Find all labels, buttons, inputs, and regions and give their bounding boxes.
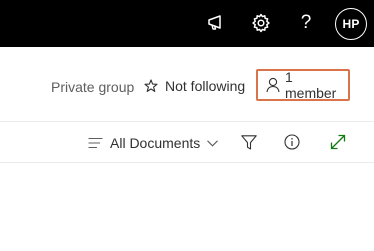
divider [0, 162, 374, 163]
view-label: All Documents [110, 135, 201, 151]
members-label: 1 member [285, 69, 337, 101]
chevron-down-icon [207, 139, 219, 147]
help-glyph: ? [300, 12, 312, 33]
view-selector[interactable]: All Documents [88, 134, 219, 152]
filter-icon[interactable] [240, 133, 258, 151]
star-icon [144, 79, 158, 92]
follow-button[interactable]: Not following [144, 76, 245, 96]
avatar[interactable]: HP [335, 8, 367, 40]
privacy-label: Private group [51, 79, 135, 95]
command-bar: All Documents [0, 122, 374, 162]
members-button[interactable]: 1 member [256, 69, 350, 101]
person-icon [266, 77, 280, 93]
info-icon[interactable] [283, 133, 301, 151]
help-icon[interactable]: ? [294, 11, 318, 35]
follow-label: Not following [165, 78, 246, 94]
expand-icon[interactable] [329, 133, 347, 151]
list-view-icon [88, 137, 103, 149]
group-header: Private group Not following 1 member [0, 47, 374, 121]
gear-icon[interactable] [249, 11, 273, 35]
suite-header: ? HP [0, 0, 374, 47]
megaphone-icon[interactable] [204, 11, 228, 35]
